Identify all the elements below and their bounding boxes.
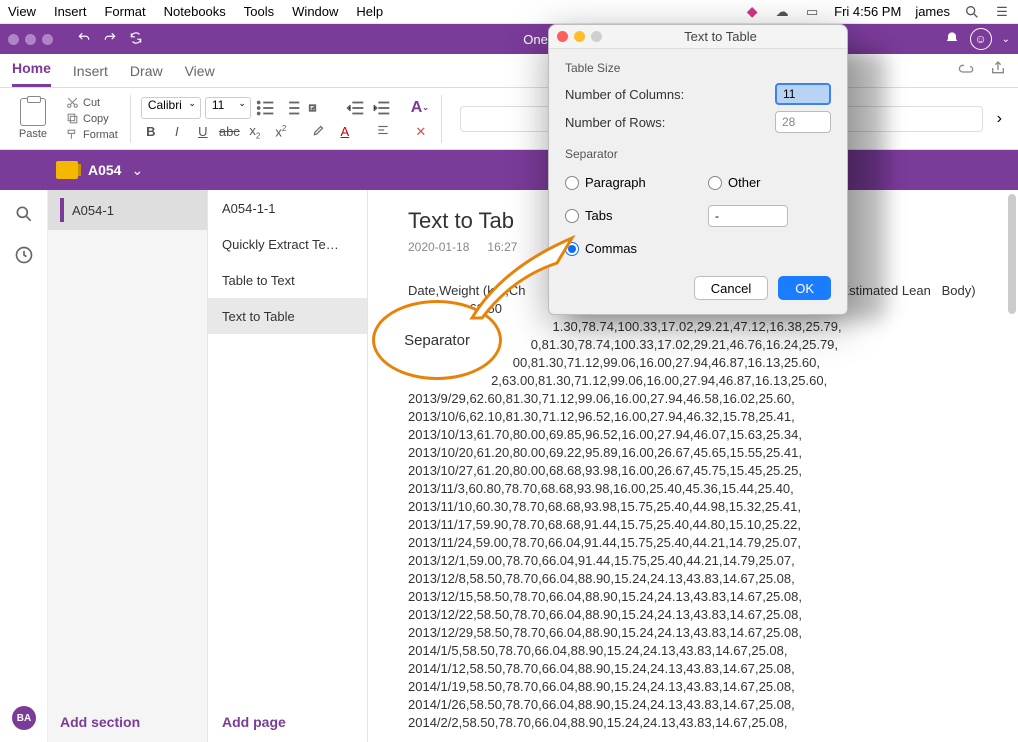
section-pane: A054-1 Add section <box>48 190 208 742</box>
font-name-select[interactable]: Calibri ⌄ <box>141 97 201 119</box>
underline-button[interactable]: U <box>193 124 213 139</box>
feedback-icon[interactable]: ☺ <box>970 28 992 50</box>
ribbon-overflow-icon[interactable]: › <box>989 110 1010 128</box>
radio-tabs[interactable]: Tabs <box>565 208 688 223</box>
rows-input[interactable] <box>775 111 831 133</box>
page-pane: A054-1-1 Quickly Extract Te… Table to Te… <box>208 190 368 742</box>
notebook-name[interactable]: A054 <box>88 162 121 178</box>
paste-button[interactable]: Paste <box>12 98 54 140</box>
subscript-button[interactable]: x2 <box>245 123 265 141</box>
redo-icon[interactable] <box>103 31 117 48</box>
cols-input[interactable] <box>775 83 831 105</box>
highlight-button[interactable] <box>309 123 329 140</box>
menu-view[interactable]: View <box>8 4 36 19</box>
page-item[interactable]: Quickly Extract Te… <box>208 226 367 262</box>
page-time: 16:27 <box>487 240 517 254</box>
add-page-button[interactable]: Add page <box>208 702 367 742</box>
cut-label: Cut <box>83 97 100 109</box>
radio-commas[interactable]: Commas <box>565 241 688 256</box>
tab-insert[interactable]: Insert <box>73 55 108 87</box>
bold-button[interactable]: B <box>141 124 161 139</box>
copy-label: Copy <box>83 113 109 125</box>
superscript-button[interactable]: x2 <box>271 124 291 139</box>
checklist-button[interactable] <box>307 98 329 118</box>
share-icon[interactable] <box>990 60 1006 81</box>
page-item[interactable]: A054-1-1 <box>208 190 367 226</box>
menu-tools[interactable]: Tools <box>244 4 274 19</box>
cut-button[interactable]: Cut <box>64 95 120 110</box>
menu-window[interactable]: Window <box>292 4 338 19</box>
section-color-mark <box>60 198 64 222</box>
tab-view[interactable]: View <box>185 55 215 87</box>
cloud-sync-icon[interactable] <box>958 60 974 81</box>
menu-insert[interactable]: Insert <box>54 4 87 19</box>
rows-label: Number of Rows: <box>565 115 665 130</box>
page-item[interactable]: Text to Table <box>208 298 367 334</box>
menu-notebooks[interactable]: Notebooks <box>164 4 226 19</box>
display-icon[interactable]: ▭ <box>804 4 820 20</box>
chevron-down-icon[interactable]: ⌄ <box>1002 34 1010 45</box>
page-date: 2020-01-18 <box>408 240 469 254</box>
app-titlebar: OneNote ☺ ⌄ <box>0 24 1018 54</box>
sync-icon[interactable] <box>129 31 143 48</box>
tab-home[interactable]: Home <box>12 52 51 87</box>
notebooks-icon[interactable] <box>14 150 34 175</box>
copy-button[interactable]: Copy <box>64 111 120 126</box>
format-label: Format <box>83 129 118 141</box>
clipboard-icon <box>20 98 46 126</box>
clear-formatting-button[interactable]: ✕ <box>411 124 431 140</box>
avatar[interactable]: BA <box>12 706 36 730</box>
bell-icon[interactable] <box>944 31 960 47</box>
spotlight-icon[interactable] <box>964 4 980 20</box>
menubar-clock[interactable]: Fri 4:56 PM <box>834 4 901 19</box>
page-item[interactable]: Table to Text <box>208 262 367 298</box>
notebook-icon <box>56 161 78 179</box>
font-color-button[interactable]: A <box>335 124 355 139</box>
menu-help[interactable]: Help <box>356 4 383 19</box>
font-size-select[interactable]: 11 ⌄ <box>205 97 251 119</box>
menubar-user[interactable]: james <box>915 4 950 19</box>
outdent-button[interactable] <box>345 98 367 118</box>
control-center-icon[interactable]: ☰ <box>994 4 1010 20</box>
paste-label: Paste <box>19 128 47 140</box>
section-item[interactable]: A054-1 <box>48 190 207 230</box>
ruby-icon[interactable]: ◆ <box>744 4 760 20</box>
italic-button[interactable]: I <box>167 124 187 139</box>
radio-other[interactable]: Other <box>708 175 831 190</box>
cancel-button[interactable]: Cancel <box>694 276 768 300</box>
format-painter-button[interactable]: Format <box>64 127 120 142</box>
recent-icon[interactable] <box>14 245 34 270</box>
scrollbar[interactable] <box>1006 190 1018 742</box>
dialog-titlebar[interactable]: Text to Table <box>549 25 847 49</box>
tab-draw[interactable]: Draw <box>130 55 163 87</box>
radio-paragraph[interactable]: Paragraph <box>565 175 688 190</box>
cols-label: Number of Columns: <box>565 87 684 102</box>
add-section-button[interactable]: Add section <box>48 702 207 742</box>
dialog-title: Text to Table <box>602 29 839 44</box>
macos-menubar: View Insert Format Notebooks Tools Windo… <box>0 0 1018 24</box>
cloud-icon[interactable]: ☁ <box>774 4 790 20</box>
numbering-button[interactable] <box>281 98 303 118</box>
nav-gutter: BA <box>0 190 48 742</box>
indent-button[interactable] <box>371 98 393 118</box>
search-icon[interactable] <box>14 204 34 229</box>
align-button[interactable] <box>373 123 393 140</box>
undo-icon[interactable] <box>77 31 91 48</box>
strike-button[interactable]: abc <box>219 124 239 139</box>
dialog-window-controls[interactable] <box>557 31 602 42</box>
chevron-down-icon[interactable]: ⌄ <box>131 162 143 179</box>
ok-button[interactable]: OK <box>778 276 831 300</box>
styles-button[interactable]: A⌄ <box>409 98 431 118</box>
separator-label: Separator <box>565 147 831 161</box>
text-to-table-dialog: Text to Table Table Size Number of Colum… <box>548 24 848 315</box>
page-body[interactable]: Date,Weight (kg),Ch m),Estimated Lean Bo… <box>408 282 1018 732</box>
window-controls[interactable] <box>8 34 53 45</box>
table-size-label: Table Size <box>565 61 831 75</box>
section-label: A054-1 <box>72 203 114 218</box>
menu-format[interactable]: Format <box>104 4 145 19</box>
other-separator-input[interactable] <box>708 205 788 227</box>
bullets-button[interactable] <box>255 98 277 118</box>
